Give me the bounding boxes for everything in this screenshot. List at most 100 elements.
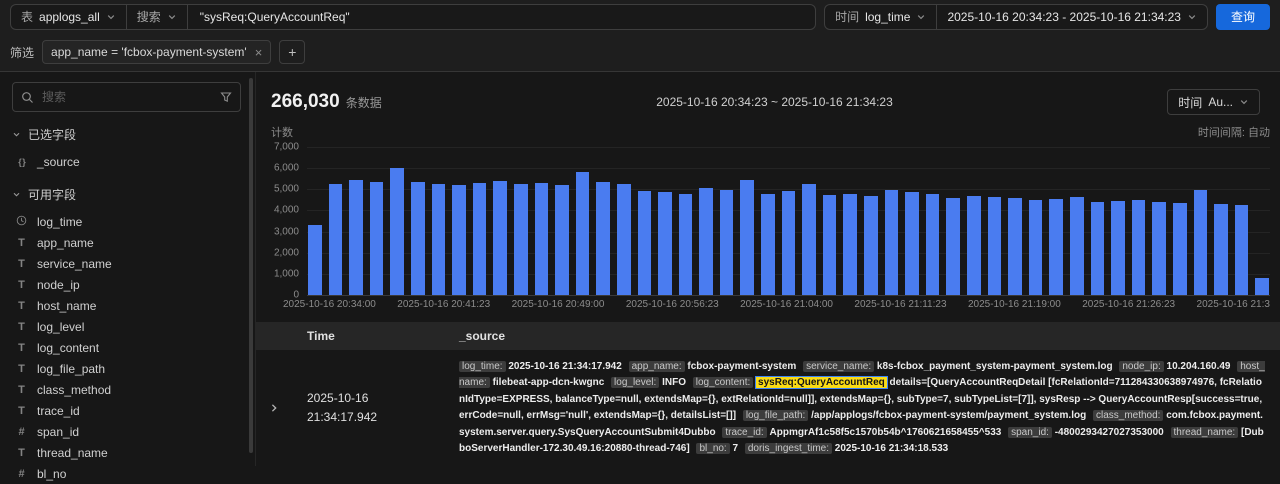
field-item-thread_name[interactable]: Tthread_name [12,442,241,463]
source-field-value: AppmgrAf1c58f5c1570b54b^1760621658455^53… [769,426,1002,438]
histogram-bar[interactable] [1172,203,1187,295]
field-item-app_name[interactable]: Tapp_name [12,232,241,253]
histogram-bar[interactable] [946,197,960,295]
histogram-bar[interactable] [308,225,322,295]
histogram-bar[interactable] [1255,278,1269,295]
histogram-bar[interactable] [1111,200,1125,295]
histogram-bar[interactable] [1090,201,1105,295]
histogram-bar[interactable] [616,184,631,295]
plot [307,147,1270,296]
field-item-span_id[interactable]: # span_id [12,421,241,442]
histogram-bar[interactable] [596,181,610,295]
histogram-bar[interactable] [390,168,404,295]
search-mode-select[interactable]: 搜索 [125,4,187,29]
source-field-value: -4800293427027353000 [1054,426,1164,438]
histogram-bar[interactable] [699,188,713,295]
histogram-bar[interactable] [761,193,775,295]
histogram-bar[interactable] [1214,204,1228,295]
histogram-bar[interactable] [1028,199,1043,295]
source-field-key: log_level: [611,377,660,388]
field-item-node_ip[interactable]: Tnode_ip [12,274,241,295]
x-axis: 2025-10-16 20:34:00 2025-10-16 20:41:23 20… [283,299,1270,310]
histogram-bar[interactable] [555,185,569,295]
histogram-bar[interactable] [575,172,590,295]
histogram-bar[interactable] [884,190,899,295]
histogram-bar[interactable] [349,179,363,295]
histogram-bar[interactable] [719,190,734,295]
histogram-bar[interactable] [410,181,425,295]
histogram-bar[interactable] [1234,205,1249,295]
field-item-host_name[interactable]: Thost_name [12,295,241,316]
histogram-bar[interactable] [472,182,487,295]
y-tick-label: 0 [293,289,299,301]
available-fields-section[interactable]: 可用字段 [12,186,241,203]
histogram-bar[interactable] [1069,196,1084,295]
histogram-bar[interactable] [637,191,652,295]
histogram-bar[interactable] [740,179,755,295]
source-field-span_id: span_id: -4800293427027353000 [1008,426,1164,438]
chevron-down-icon [12,190,21,199]
histogram-bar[interactable] [802,184,816,295]
histogram-bar[interactable] [781,191,796,295]
source-field-key: service_name: [803,360,875,372]
field-item-service_name[interactable]: Tservice_name [12,253,241,274]
row-expander-cell [256,403,307,413]
results-header: 266,030 条数据 2025-10-16 20:34:23 ~ 2025-1… [271,82,1260,122]
histogram-bar[interactable] [658,192,672,295]
field-item-log_file_path[interactable]: Tlog_file_path [12,358,241,379]
table-select-label: 表 [21,10,34,24]
text-field-icon: T [18,278,25,291]
histogram-bar[interactable] [493,180,507,295]
histogram-bar[interactable] [1193,190,1208,295]
y-axis: 7,000 6,000 5,000 4,000 3,000 2,000 1,000 0 [271,142,307,301]
histogram-bar[interactable] [513,184,528,295]
field-item-_source[interactable]: { } _source [12,151,241,172]
field-item-log_time[interactable]: log_time [12,211,241,232]
filter-tag[interactable]: app_name = 'fcbox-payment-system' × [42,40,272,64]
histogram-bar[interactable] [843,193,858,295]
field-search-input[interactable] [40,89,214,105]
histogram-bar[interactable] [967,195,981,295]
sidebar-scrollbar[interactable] [249,78,253,453]
field-search-box[interactable] [12,82,241,112]
query-input[interactable] [197,8,806,25]
expand-row-icon[interactable] [269,403,307,413]
histogram-bar[interactable] [1049,198,1063,295]
table-select[interactable]: 表 applogs_all [11,5,126,29]
histogram-bar[interactable] [328,184,343,295]
histogram-bar[interactable] [369,181,384,295]
histogram-bar[interactable] [678,193,693,295]
selected-fields-section[interactable]: 已选字段 [12,126,241,143]
close-icon[interactable]: × [255,46,263,59]
clock-icon [14,215,29,229]
text-field-icon: T [18,341,25,354]
field-item-trace_id[interactable]: Ttrace_id [12,400,241,421]
field-item-bl_no[interactable]: # bl_no [12,463,241,484]
filter-funnel-icon[interactable] [220,91,232,103]
histogram-bar[interactable] [925,193,940,295]
source-field-value: 10.204.160.49 [1166,360,1231,372]
histogram-bar[interactable] [534,182,549,295]
histogram-bar[interactable] [822,194,837,295]
field-item-log_level[interactable]: Tlog_level [12,316,241,337]
field-name: host_name [37,298,97,313]
field-item-log_content[interactable]: Tlog_content [12,337,241,358]
source-field-log_level: log_level: INFO [611,377,686,388]
histogram-bar[interactable] [1152,201,1166,295]
histogram-bar[interactable] [1131,199,1146,295]
field-item-class_method[interactable]: Tclass_method [12,379,241,400]
histogram-bar[interactable] [864,195,878,295]
histogram-bar[interactable] [987,196,1002,295]
table-row: 2025-10-16 21:34:17.942 log_time: 2025-1… [256,350,1280,466]
time-interval-button[interactable]: 时间 Au... [1167,89,1260,115]
add-filter-button[interactable]: + [279,40,306,64]
histogram-bar[interactable] [452,185,466,295]
time-field-select[interactable]: 时间 log_time [825,5,936,29]
date-range-select[interactable]: 2025-10-16 20:34:23 - 2025-10-16 21:34:2… [936,4,1207,29]
chevron-down-icon [12,130,21,139]
histogram-bar[interactable] [1008,197,1022,295]
histogram-bar[interactable] [905,192,919,295]
text-field-icon: T [18,236,25,249]
query-button[interactable]: 查询 [1215,3,1270,30]
histogram-bar[interactable] [431,184,446,295]
